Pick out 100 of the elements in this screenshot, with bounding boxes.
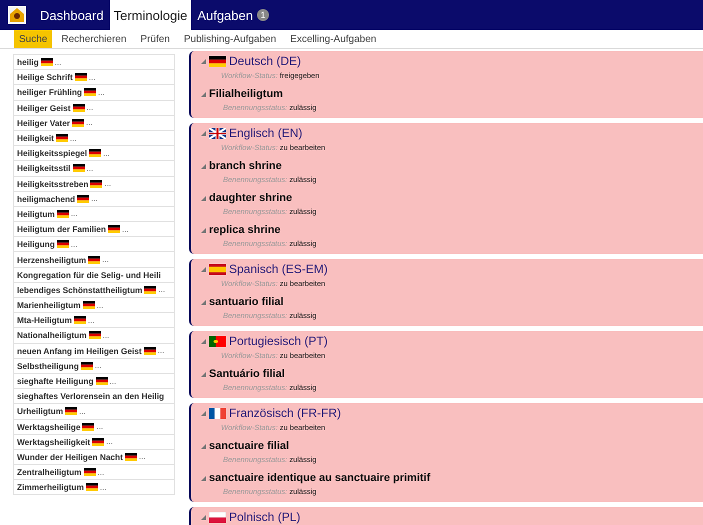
- result-item[interactable]: Zimmerheiligtum ...: [13, 479, 175, 496]
- expander-icon[interactable]: [201, 514, 206, 520]
- expander-icon[interactable]: [201, 410, 206, 416]
- expander-icon[interactable]: [201, 130, 206, 136]
- result-text: heiliger Frühling: [17, 87, 82, 98]
- result-text: Heiligung: [17, 239, 55, 250]
- expander-icon[interactable]: [201, 372, 206, 376]
- flag-icon: [88, 331, 101, 340]
- result-item[interactable]: Heiliger Vater ...: [13, 114, 175, 131]
- flag-icon: [80, 362, 93, 370]
- expander-icon[interactable]: [201, 444, 206, 448]
- result-text: Zimmerheiligtum: [17, 482, 84, 492]
- more-text: ...: [88, 316, 95, 325]
- flag-icon: [72, 104, 84, 112]
- flag-icon: [92, 438, 104, 446]
- flag-icon: [72, 118, 84, 127]
- flag-icon: [108, 225, 120, 234]
- language-name: Deutsch (DE): [229, 54, 302, 68]
- result-item[interactable]: Heiligung ...: [13, 236, 175, 252]
- count-badge: 1: [256, 9, 269, 21]
- sub-tab[interactable]: Suche: [14, 30, 52, 48]
- more-text: ...: [138, 452, 146, 462]
- result-item[interactable]: Kongregation für die Selig- und Heili: [13, 266, 175, 283]
- more-text: ...: [70, 240, 78, 249]
- result-text: Mta-Heiligtum: [17, 315, 72, 326]
- more-text: ...: [122, 224, 129, 234]
- flag-icon: [56, 134, 68, 142]
- sub-tab[interactable]: Publishing-Aufgaben: [178, 30, 282, 48]
- flag-icon: [40, 58, 53, 66]
- expander-icon[interactable]: [201, 92, 206, 96]
- result-item[interactable]: Nationalheiligtum ...: [13, 327, 175, 344]
- nav-tab[interactable]: Aufgaben 1: [193, 0, 273, 30]
- flag-icon: [89, 149, 102, 158]
- nav-tab[interactable]: Terminologie: [110, 0, 192, 30]
- result-text: Selbstheiligung: [17, 360, 79, 371]
- more-text: ...: [70, 134, 77, 143]
- result-item[interactable]: Selbstheiligung ...: [13, 358, 175, 374]
- more-text: ...: [98, 88, 105, 97]
- result-item[interactable]: neuen Anfang im Heiligen Geist ...: [13, 342, 175, 359]
- term-name: replica shrine: [209, 224, 281, 236]
- result-item[interactable]: Werktagsheilige ...: [13, 418, 175, 435]
- result-item[interactable]: heiligmachend ...: [13, 190, 175, 207]
- result-text: Heiliger Vater: [17, 118, 70, 128]
- flag-icon: [209, 56, 226, 66]
- expander-icon[interactable]: [201, 228, 206, 232]
- sub-tab[interactable]: Excelling-Aufgaben: [285, 30, 382, 48]
- result-text: Heiligkeitsspiegel: [17, 148, 88, 158]
- result-item[interactable]: Heiligkeitsstil ...: [13, 160, 175, 176]
- result-item[interactable]: sieghaftes Verlorensein an den Heilig: [13, 388, 175, 404]
- language-name: Spanisch (ES-EM): [229, 262, 328, 276]
- result-text: Werktagsheiligkeit: [17, 436, 90, 447]
- result-item[interactable]: heilig ...: [13, 54, 175, 70]
- result-text: lebendiges Schönstattheiligtum: [17, 284, 142, 295]
- flag-icon: [82, 301, 95, 310]
- result-item[interactable]: Zentralheiligtum ...: [13, 464, 175, 480]
- flag-icon: [144, 346, 156, 355]
- flag-icon: [74, 73, 87, 82]
- logo-icon[interactable]: [8, 6, 26, 24]
- term-name: santuario filial: [209, 296, 284, 308]
- flag-icon: [96, 377, 108, 386]
- more-text: ...: [102, 255, 109, 264]
- result-item[interactable]: Marienheiligtum ...: [13, 297, 175, 314]
- expander-icon[interactable]: [201, 196, 206, 200]
- expander-icon[interactable]: [201, 338, 206, 344]
- flag-icon: [144, 286, 156, 294]
- result-text: Heilige Schrift: [17, 72, 73, 82]
- flag-icon: [209, 264, 226, 274]
- flag-icon: [209, 128, 226, 138]
- sub-tab[interactable]: Prüfen: [135, 30, 175, 48]
- expander-icon[interactable]: [201, 58, 206, 64]
- sub-tab[interactable]: Recherchieren: [56, 30, 132, 48]
- result-text: Kongregation für die Selig- und Heili: [17, 270, 161, 280]
- more-text: ...: [88, 72, 96, 82]
- flag-icon: [56, 210, 69, 218]
- result-item[interactable]: Heiligtum der Familien ...: [13, 221, 175, 238]
- more-text: ...: [96, 300, 104, 310]
- expander-icon[interactable]: [201, 164, 206, 168]
- result-text: Herzensheiligtum: [17, 254, 86, 265]
- expander-icon[interactable]: [201, 266, 206, 272]
- flag-icon: [84, 88, 96, 96]
- more-text: ...: [103, 148, 110, 158]
- flag-icon: [84, 468, 96, 476]
- result-text: Urheiligtum: [17, 406, 64, 416]
- result-item[interactable]: Urheiligtum ...: [13, 403, 175, 420]
- expander-icon[interactable]: [201, 476, 206, 480]
- result-item[interactable]: Heiligkeitsstreben ...: [13, 176, 175, 192]
- result-item[interactable]: Heiligkeitsspiegel ...: [13, 145, 175, 162]
- nav-tab[interactable]: Dashboard: [36, 0, 108, 30]
- term-name: Santuário filial: [209, 368, 285, 380]
- result-item[interactable]: heiliger Frühling ...: [13, 84, 175, 101]
- result-item[interactable]: Heilige Schrift ...: [13, 69, 175, 86]
- result-item[interactable]: Heiliger Geist ...: [13, 100, 175, 116]
- result-item[interactable]: Mta-Heiligtum ...: [13, 312, 175, 328]
- result-text: heiligmachend: [17, 194, 76, 204]
- result-item[interactable]: Herzensheiligtum ...: [13, 251, 175, 268]
- result-text: sieghafte Heiligung: [17, 376, 94, 386]
- expander-icon[interactable]: [201, 300, 206, 304]
- result-item[interactable]: Werktagsheiligkeit ...: [13, 434, 175, 450]
- flag-icon: [209, 336, 226, 346]
- more-text: ...: [158, 285, 166, 294]
